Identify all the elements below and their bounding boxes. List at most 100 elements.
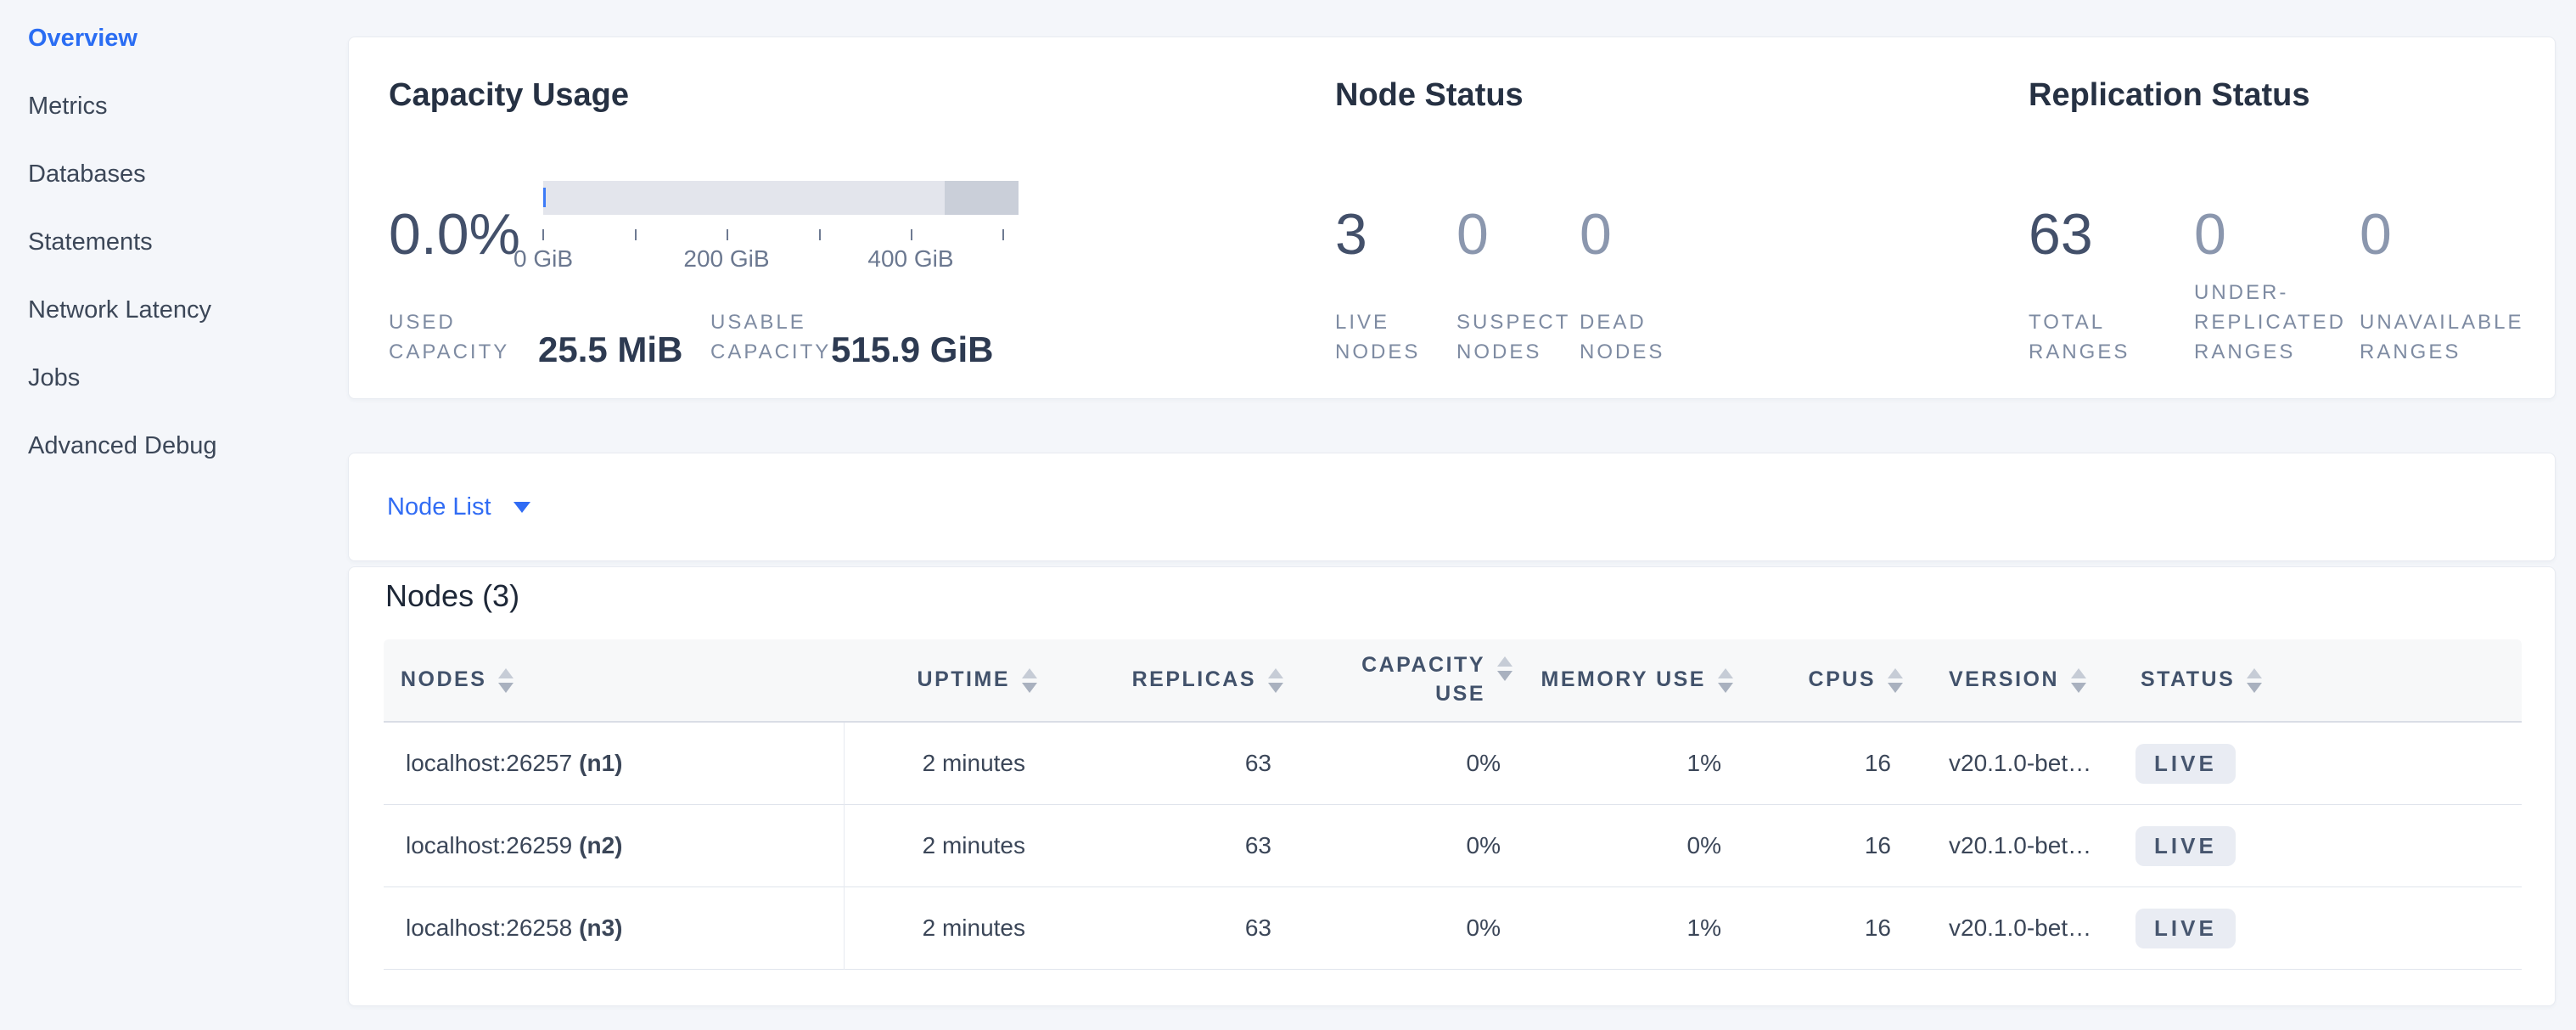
under-replicated-ranges-count: 0 (2194, 205, 2226, 263)
status-badge: LIVE (2135, 826, 2236, 866)
node-list-dropdown[interactable]: Node List (387, 493, 530, 521)
capacity-use-cell: 0% (1292, 805, 1521, 886)
memory-use-cell: 0% (1521, 805, 1742, 886)
capacity-bar-other-segment (945, 181, 1019, 215)
node-status-section: Node Status 3 0 0 LIVE NODES SUSPECT NOD… (1335, 37, 1929, 400)
sidebar-item-metrics[interactable]: Metrics (0, 72, 346, 140)
table-row-n2[interactable]: localhost:26259 (n2) 2 minutes 63 0% 0% … (384, 805, 2522, 887)
nodes-section-title: Nodes (3) (385, 578, 519, 614)
suspect-nodes-count: 0 (1456, 205, 1489, 263)
sort-icon (498, 668, 514, 693)
chevron-down-icon (514, 502, 530, 513)
column-header-nodes[interactable]: NODES (384, 639, 844, 721)
axis-tick (911, 229, 912, 240)
table-row-n1[interactable]: localhost:26257 (n1) 2 minutes 63 0% 1% … (384, 723, 2522, 805)
cpus-cell: 16 (1742, 805, 1911, 886)
table-row-n3[interactable]: localhost:26258 (n3) 2 minutes 63 0% 1% … (384, 887, 2522, 970)
sidebar-item-jobs[interactable]: Jobs (0, 344, 346, 412)
version-cell: v20.1.0-bet… (1911, 723, 2134, 804)
axis-tick (1002, 229, 1004, 240)
dead-nodes-count: 0 (1580, 205, 1612, 263)
sort-icon (1022, 668, 1037, 693)
replicas-cell: 63 (1046, 805, 1292, 886)
column-header-memory-use[interactable]: MEMORY USE (1521, 639, 1742, 721)
column-header-uptime[interactable]: UPTIME (844, 639, 1046, 721)
nodes-table-card: Nodes (3) NODES UPTIME REPLICAS CAPACI (348, 566, 2556, 1006)
capacity-bar-used-segment (543, 188, 546, 207)
column-header-status[interactable]: STATUS (2134, 639, 2522, 721)
column-header-cpus[interactable]: CPUS (1742, 639, 1911, 721)
table-body: localhost:26257 (n1) 2 minutes 63 0% 1% … (384, 723, 2522, 970)
cpus-cell: 16 (1742, 723, 1911, 804)
column-header-version[interactable]: VERSION (1911, 639, 2134, 721)
overview-page: Overview Metrics Databases Statements Ne… (0, 0, 2576, 1030)
used-capacity-label: USED CAPACITY (389, 307, 509, 367)
node-list-dropdown-label: Node List (387, 493, 491, 521)
cpus-cell: 16 (1742, 887, 1911, 969)
node-host-cell: localhost:26257 (n1) (384, 723, 844, 804)
unavailable-ranges-label: UNAVAILABLE RANGES (2360, 307, 2524, 367)
sidebar-item-overview[interactable]: Overview (0, 4, 346, 72)
sort-icon (2071, 668, 2086, 693)
cluster-summary-card: Capacity Usage 0.0% 0 GiB 200 GiB 400 Gi… (348, 37, 2556, 399)
node-status-title: Node Status (1335, 77, 1524, 114)
capacity-stats: USED CAPACITY 25.5 MiB USABLE CAPACITY 5… (389, 292, 1322, 367)
replicas-cell: 63 (1046, 887, 1292, 969)
sidebar-item-network-latency[interactable]: Network Latency (0, 276, 346, 344)
unavailable-ranges-count: 0 (2360, 205, 2392, 263)
sidebar-item-statements[interactable]: Statements (0, 208, 346, 276)
version-cell: v20.1.0-bet… (1911, 887, 2134, 969)
column-header-replicas[interactable]: REPLICAS (1046, 639, 1292, 721)
capacity-bar-chart (543, 181, 1019, 215)
suspect-nodes-label: SUSPECT NODES (1456, 307, 1570, 367)
capacity-usage-section: Capacity Usage 0.0% 0 GiB 200 GiB 400 Gi… (389, 37, 1322, 400)
sort-icon (1497, 656, 1512, 681)
axis-tick (819, 229, 821, 240)
table-header-row: NODES UPTIME REPLICAS CAPACITY USE (384, 639, 2522, 723)
used-capacity-value: 25.5 MiB (538, 329, 682, 370)
dead-nodes-label: DEAD NODES (1580, 307, 1664, 367)
replicas-cell: 63 (1046, 723, 1292, 804)
sort-icon (1888, 668, 1903, 693)
version-cell: v20.1.0-bet… (1911, 805, 2134, 886)
under-replicated-ranges-label: UNDER- REPLICATED RANGES (2194, 278, 2346, 367)
uptime-cell: 2 minutes (844, 805, 1046, 886)
sidebar-item-databases[interactable]: Databases (0, 140, 346, 208)
replication-status-section: Replication Status 63 0 0 TOTAL RANGES U… (2029, 37, 2556, 400)
node-list-dropdown-bar: Node List (348, 453, 2556, 561)
column-divider (844, 723, 845, 970)
axis-tick-label: 400 GiB (843, 245, 979, 273)
node-host-cell: localhost:26259 (n2) (384, 805, 844, 886)
node-id: (n3) (579, 915, 622, 942)
replication-status-title: Replication Status (2029, 77, 2310, 114)
sidebar: Overview Metrics Databases Statements Ne… (0, 0, 346, 1030)
node-host-cell: localhost:26258 (n3) (384, 887, 844, 969)
memory-use-cell: 1% (1521, 887, 1742, 969)
axis-tick-label: 0 GiB (475, 245, 611, 273)
usable-capacity-label: USABLE CAPACITY (710, 307, 831, 367)
status-cell: LIVE (2134, 887, 2522, 969)
live-nodes-label: LIVE NODES (1335, 307, 1420, 367)
live-nodes-count: 3 (1335, 205, 1367, 263)
node-id: (n2) (579, 832, 622, 859)
uptime-cell: 2 minutes (844, 887, 1046, 969)
capacity-usage-title: Capacity Usage (389, 77, 629, 114)
sidebar-item-advanced-debug[interactable]: Advanced Debug (0, 412, 346, 480)
axis-tick (542, 229, 544, 240)
sort-icon (1718, 668, 1733, 693)
status-cell: LIVE (2134, 723, 2522, 804)
node-id: (n1) (579, 750, 622, 777)
sort-icon (2247, 668, 2262, 693)
sort-icon (1268, 668, 1283, 693)
status-badge: LIVE (2135, 909, 2236, 948)
total-ranges-count: 63 (2029, 205, 2093, 263)
uptime-cell: 2 minutes (844, 723, 1046, 804)
status-badge: LIVE (2135, 744, 2236, 784)
axis-tick (727, 229, 728, 240)
total-ranges-label: TOTAL RANGES (2029, 307, 2130, 367)
column-header-capacity-use[interactable]: CAPACITY USE (1292, 639, 1521, 721)
axis-tick (635, 229, 637, 240)
status-cell: LIVE (2134, 805, 2522, 886)
axis-tick-label: 200 GiB (659, 245, 794, 273)
capacity-use-cell: 0% (1292, 723, 1521, 804)
